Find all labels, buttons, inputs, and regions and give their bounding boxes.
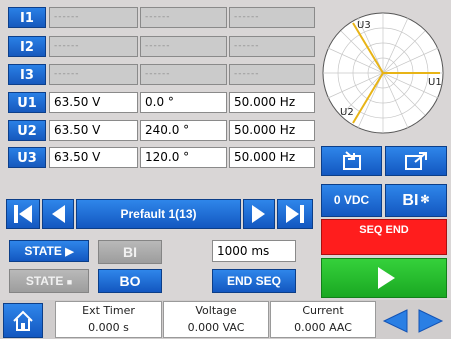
current-label: Current xyxy=(302,304,344,317)
skip-last-icon xyxy=(286,205,304,223)
phasor-diagram: U1 U2 U3 xyxy=(322,12,444,134)
channel-row-i2: I2 ------ ------ ------ xyxy=(8,36,315,57)
channel-row-u2: U2 63.50 V 240.0 ° 50.000 Hz xyxy=(8,120,315,141)
phase-cell[interactable]: 120.0 ° xyxy=(140,147,227,168)
channel-row-i3: I3 ------ ------ ------ xyxy=(8,64,315,85)
bi-label: BI xyxy=(123,244,137,260)
u2-label: U2 xyxy=(340,107,354,118)
arrow-right-icon xyxy=(418,309,444,333)
state-stop-button[interactable]: STATE ■ xyxy=(9,269,89,293)
scroll-right-button[interactable] xyxy=(416,306,446,336)
channel-row-i1: I1 ------ ------ ------ xyxy=(8,7,315,28)
seq-end-button[interactable]: SEQ END xyxy=(321,219,447,255)
voltage-label: Voltage xyxy=(195,304,237,317)
home-icon xyxy=(13,310,33,331)
ext-timer-value: 0.000 s xyxy=(88,321,129,334)
bi-button[interactable]: BI xyxy=(98,240,162,264)
export-icon xyxy=(405,152,427,170)
voltage-value: 0.000 VAC xyxy=(187,321,245,334)
frequency-cell[interactable]: ------ xyxy=(229,7,315,28)
channel-tag-i3[interactable]: I3 xyxy=(8,64,46,85)
phase-cell[interactable]: ------ xyxy=(140,36,227,57)
arrow-right-icon xyxy=(252,205,265,223)
seq-end-label: SEQ END xyxy=(359,224,409,236)
frequency-cell[interactable]: 50.000 Hz xyxy=(229,147,315,168)
stop-icon: ■ xyxy=(66,277,73,287)
channel-row-u1: U1 63.50 V 0.0 ° 50.000 Hz xyxy=(8,92,315,113)
channel-row-u3: U3 63.50 V 120.0 ° 50.000 Hz xyxy=(8,147,315,168)
ext-timer-label: Ext Timer xyxy=(82,304,135,317)
amplitude-cell[interactable]: 63.50 V xyxy=(49,147,138,168)
end-seq-button[interactable]: END SEQ xyxy=(212,269,296,293)
frequency-cell[interactable]: ------ xyxy=(229,36,315,57)
channel-tag-u1[interactable]: U1 xyxy=(8,92,46,113)
phase-cell[interactable]: ------ xyxy=(140,7,227,28)
frequency-cell[interactable]: 50.000 Hz xyxy=(229,92,315,113)
arrow-left-icon xyxy=(382,309,408,333)
bi-settings-label: BI xyxy=(402,192,419,209)
skip-first-icon xyxy=(14,205,32,223)
ext-timer-readout: Ext Timer 0.000 s xyxy=(55,301,162,338)
state-label: STATE xyxy=(24,244,62,258)
play-small-icon: ▶ xyxy=(65,246,74,258)
time-value: 1000 ms xyxy=(217,244,270,258)
export-button[interactable] xyxy=(385,146,447,176)
phase-cell[interactable]: ------ xyxy=(140,64,227,85)
next-button[interactable] xyxy=(243,199,275,229)
amplitude-cell[interactable]: ------ xyxy=(49,7,138,28)
state2-label: STATE xyxy=(25,274,64,288)
gear-icon: ✻ xyxy=(420,194,430,206)
vdc-button[interactable]: 0 VDC xyxy=(321,184,382,217)
vdc-label: 0 VDC xyxy=(333,193,370,207)
prev-button[interactable] xyxy=(42,199,74,229)
bo-label: BO xyxy=(119,273,141,289)
current-value: 0.000 AAC xyxy=(294,321,352,334)
amplitude-cell[interactable]: ------ xyxy=(49,64,138,85)
scroll-left-button[interactable] xyxy=(380,306,410,336)
bi-settings-button[interactable]: BI ✻ xyxy=(385,184,447,217)
amplitude-cell[interactable]: 63.50 V xyxy=(49,120,138,141)
phase-cell[interactable]: 0.0 ° xyxy=(140,92,227,113)
channel-tag-u3[interactable]: U3 xyxy=(8,147,46,168)
step-title-label: Prefault 1(13) xyxy=(120,207,197,221)
bo-button[interactable]: BO xyxy=(98,269,162,293)
voltage-readout: Voltage 0.000 VAC xyxy=(163,301,269,338)
u1-label: U1 xyxy=(428,77,442,88)
state-button[interactable]: STATE ▶ xyxy=(9,240,89,262)
phase-cell[interactable]: 240.0 ° xyxy=(140,120,227,141)
amplitude-cell[interactable]: 63.50 V xyxy=(49,92,138,113)
step-title: Prefault 1(13) xyxy=(76,199,241,229)
import-button[interactable] xyxy=(321,146,382,176)
current-readout: Current 0.000 AAC xyxy=(270,301,376,338)
home-button[interactable] xyxy=(3,303,43,338)
import-icon xyxy=(342,151,361,170)
u3-label: U3 xyxy=(357,20,371,31)
play-icon xyxy=(378,267,395,289)
channel-tag-i1[interactable]: I1 xyxy=(8,7,46,28)
play-button[interactable] xyxy=(321,258,447,298)
arrow-left-icon xyxy=(52,205,65,223)
last-button[interactable] xyxy=(277,199,313,229)
time-input[interactable]: 1000 ms xyxy=(212,240,296,262)
first-button[interactable] xyxy=(6,199,40,229)
end-seq-label: END SEQ xyxy=(226,274,281,288)
channel-tag-i2[interactable]: I2 xyxy=(8,36,46,57)
channel-tag-u2[interactable]: U2 xyxy=(8,120,46,141)
frequency-cell[interactable]: 50.000 Hz xyxy=(229,120,315,141)
frequency-cell[interactable]: ------ xyxy=(229,64,315,85)
amplitude-cell[interactable]: ------ xyxy=(49,36,138,57)
